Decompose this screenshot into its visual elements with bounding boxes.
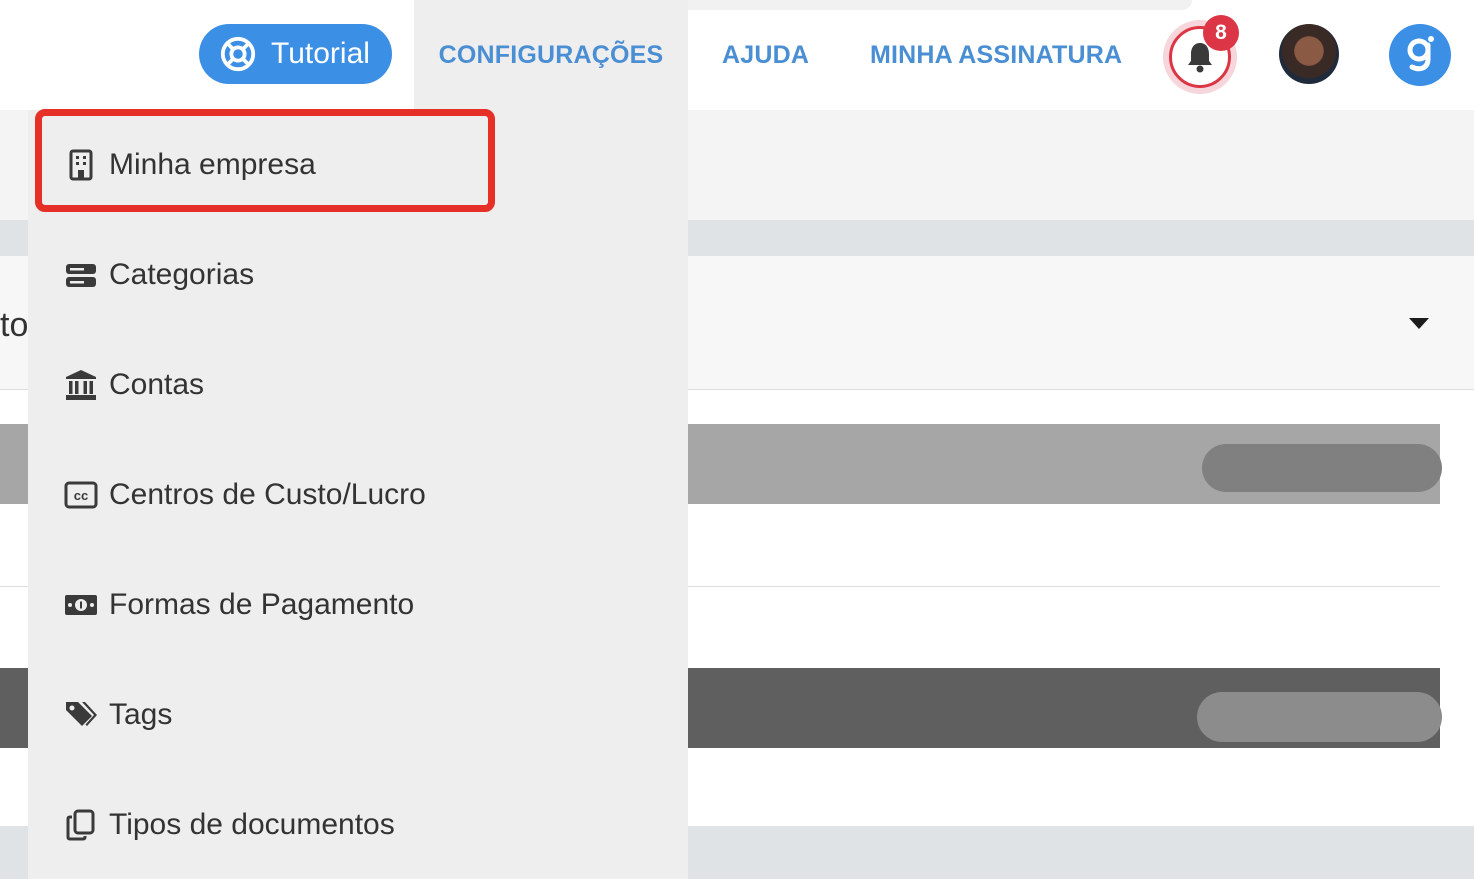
- logo-g-icon: [1407, 36, 1434, 72]
- menu-item-label: Minha empresa: [109, 148, 316, 181]
- notifications-button[interactable]: 8: [1163, 15, 1239, 94]
- redacted-value: [1202, 444, 1442, 492]
- menu-item-label: Tipos de documentos: [109, 808, 395, 841]
- tags-icon: [63, 697, 99, 733]
- bank-icon: [63, 367, 99, 403]
- redacted-value: [1197, 692, 1442, 742]
- tutorial-button[interactable]: Tutorial: [199, 24, 392, 84]
- nav-configuracoes[interactable]: CONFIGURAÇÕES: [414, 0, 688, 110]
- user-avatar[interactable]: [1279, 24, 1339, 84]
- tutorial-label: Tutorial: [271, 37, 370, 70]
- menu-item-tags[interactable]: Tags: [63, 685, 172, 745]
- cc-icon: cc: [63, 477, 99, 513]
- notification-count-badge: 8: [1203, 15, 1239, 51]
- nav-minha-assinatura[interactable]: MINHA ASSINATURA: [870, 0, 1122, 110]
- menu-item-centros-de-custo[interactable]: cc Centros de Custo/Lucro: [63, 465, 426, 525]
- menu-item-label: Categorias: [109, 258, 255, 291]
- configuracoes-dropdown-menu: Minha empresa Categorias Contas cc Centr…: [28, 110, 688, 879]
- lifebuoy-icon: [220, 36, 256, 72]
- card-header-title: to: [0, 306, 29, 344]
- app-logo-button[interactable]: [1389, 24, 1451, 86]
- top-navbar: Tutorial CONFIGURAÇÕES AJUDA MINHA ASSIN…: [0, 0, 1474, 110]
- menu-item-categorias[interactable]: Categorias: [63, 245, 254, 305]
- menu-item-contas[interactable]: Contas: [63, 355, 204, 415]
- menu-item-label: Tags: [109, 698, 173, 731]
- money-bill-icon: [63, 587, 99, 623]
- building-icon: [63, 147, 99, 183]
- caret-down-icon[interactable]: [1409, 318, 1429, 329]
- menu-item-tipos-de-documentos[interactable]: Tipos de documentos: [63, 795, 395, 855]
- menu-item-label: Formas de Pagamento: [109, 588, 415, 621]
- app-root: Tutorial CONFIGURAÇÕES AJUDA MINHA ASSIN…: [0, 0, 1474, 879]
- copy-icon: [63, 807, 99, 843]
- menu-item-label: Centros de Custo/Lucro: [109, 478, 426, 511]
- menu-item-formas-de-pagamento[interactable]: Formas de Pagamento: [63, 575, 414, 635]
- nav-ajuda[interactable]: AJUDA: [722, 0, 809, 110]
- menu-item-minha-empresa[interactable]: Minha empresa: [63, 135, 316, 195]
- server-icon: [63, 257, 99, 293]
- menu-item-label: Contas: [109, 368, 205, 401]
- svg-text:cc: cc: [74, 488, 88, 503]
